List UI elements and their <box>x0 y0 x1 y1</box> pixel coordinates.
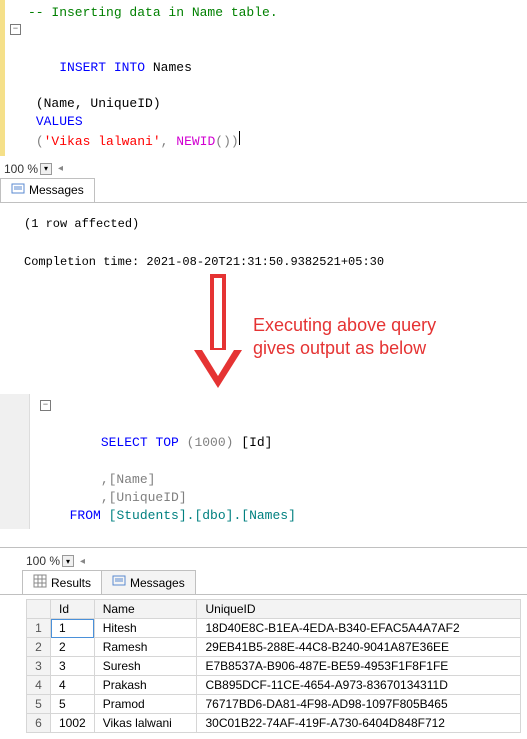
cell-name[interactable]: Pramod <box>94 695 197 714</box>
annotation-line2: gives output as below <box>253 337 436 360</box>
sql-col-id: [Id] <box>241 435 272 450</box>
cell-uniqueid[interactable]: CB895DCF-11CE-4654-A973-83670134311D <box>197 676 521 695</box>
header-name[interactable]: Name <box>94 600 197 619</box>
cell-name[interactable]: Suresh <box>94 657 197 676</box>
cell-name[interactable]: Prakash <box>94 676 197 695</box>
row-number: 1 <box>27 619 51 638</box>
cell-id[interactable]: 2 <box>51 638 95 657</box>
row-number: 2 <box>27 638 51 657</box>
sql-editor-top[interactable]: -- Inserting data in Name table. − INSER… <box>0 0 527 156</box>
cell-id[interactable]: 5 <box>51 695 95 714</box>
messages-label: Messages <box>29 183 84 197</box>
cell-uniqueid[interactable]: 76717BD6-DA81-4F98-AD98-1097F805B465 <box>197 695 521 714</box>
scroll-left-icon[interactable]: ◂ <box>80 556 85 567</box>
cell-name[interactable]: Vikas lalwani <box>94 714 197 733</box>
results-label: Results <box>51 576 91 590</box>
table-header-row: Id Name UniqueID <box>27 600 521 619</box>
cell-id[interactable]: 4 <box>51 676 95 695</box>
tab-messages[interactable]: Messages <box>0 178 95 202</box>
messages-label-bottom: Messages <box>130 576 185 590</box>
cell-name[interactable]: Ramesh <box>94 638 197 657</box>
sql-insert-into: INSERT INTO <box>59 60 145 75</box>
grid-icon <box>33 574 47 591</box>
header-uniqueid[interactable]: UniqueID <box>197 600 521 619</box>
cell-uniqueid[interactable]: 30C01B22-74AF-419F-A730-6404D848F712 <box>197 714 521 733</box>
output-tabs: Messages <box>0 178 527 203</box>
table-row[interactable]: 44PrakashCB895DCF-11CE-4654-A973-8367013… <box>27 676 521 695</box>
editor-gutter <box>0 394 30 529</box>
fold-minus-icon[interactable]: − <box>40 400 51 411</box>
cell-name[interactable]: Hitesh <box>94 619 197 638</box>
sql-columns: (Name, UniqueID) <box>36 96 161 111</box>
zoom-control: 100 % ▾ ◂ <box>0 156 527 178</box>
annotation: Executing above query gives output as be… <box>0 284 527 394</box>
results-grid-wrap: Id Name UniqueID 11Hitesh18D40E8C-B1EA-4… <box>0 595 527 739</box>
sql-table-name: Names <box>153 60 192 75</box>
tab-results[interactable]: Results <box>22 570 102 594</box>
sql-newid-func: NEWID <box>176 134 215 149</box>
zoom-control-bottom: 100 % ▾ ◂ <box>0 548 527 570</box>
messages-icon <box>112 574 126 591</box>
paren-close: ()) <box>215 134 238 149</box>
sql-col-name: ,[Name] <box>101 472 156 487</box>
zoom-value-bottom: 100 % <box>26 554 60 568</box>
annotation-text: Executing above query gives output as be… <box>253 314 436 361</box>
results-tabs: Results Messages <box>0 570 527 595</box>
results-section: 100 % ▾ ◂ Results Messages Id Name Uniqu… <box>0 547 527 739</box>
sql-string: 'Vikas lalwani' <box>44 134 161 149</box>
text-cursor <box>239 131 240 145</box>
cell-uniqueid[interactable]: E7B8537A-B906-487E-BE59-4953F1F8F1FE <box>197 657 521 676</box>
header-rownum <box>27 600 51 619</box>
zoom-value: 100 % <box>4 162 38 176</box>
table-row[interactable]: 22Ramesh29EB41B5-288E-44C8-B240-9041A87E… <box>27 638 521 657</box>
row-number: 4 <box>27 676 51 695</box>
arrow-down-icon <box>190 274 246 394</box>
row-number: 6 <box>27 714 51 733</box>
rows-affected: (1 row affected) <box>24 215 519 234</box>
sql-col-uid: ,[UniqueID] <box>101 490 187 505</box>
sql-from-path: [Students].[dbo].[Names] <box>109 508 296 523</box>
sql-editor-bottom-wrap: − SELECT TOP (1000) [Id] ,[Name] ,[Uniqu… <box>0 394 527 529</box>
cell-uniqueid[interactable]: 29EB41B5-288E-44C8-B240-9041A87E36EE <box>197 638 521 657</box>
annotation-line1: Executing above query <box>253 314 436 337</box>
table-row[interactable]: 61002Vikas lalwani30C01B22-74AF-419F-A73… <box>27 714 521 733</box>
sql-top-kw: TOP <box>155 435 178 450</box>
table-row[interactable]: 33SureshE7B8537A-B906-487E-BE59-4953F1F8… <box>27 657 521 676</box>
tab-messages-bottom[interactable]: Messages <box>101 570 196 594</box>
scroll-left-icon[interactable]: ◂ <box>58 163 63 174</box>
fold-minus-icon[interactable]: − <box>10 24 21 35</box>
sql-editor-bottom[interactable]: − SELECT TOP (1000) [Id] ,[Name] ,[Uniqu… <box>30 394 527 529</box>
messages-icon <box>11 182 25 199</box>
row-number: 3 <box>27 657 51 676</box>
row-number: 5 <box>27 695 51 714</box>
cell-id[interactable]: 3 <box>51 657 95 676</box>
cell-uniqueid[interactable]: 18D40E8C-B1EA-4EDA-B340-EFAC5A4A7AF2 <box>197 619 521 638</box>
sql-values-kw: VALUES <box>36 114 83 129</box>
header-id[interactable]: Id <box>51 600 95 619</box>
cell-id[interactable]: 1002 <box>51 714 95 733</box>
table-row[interactable]: 11Hitesh18D40E8C-B1EA-4EDA-B340-EFAC5A4A… <box>27 619 521 638</box>
zoom-dropdown-bottom[interactable]: ▾ <box>62 555 74 567</box>
zoom-dropdown[interactable]: ▾ <box>40 163 52 175</box>
sql-select-kw: SELECT <box>101 435 148 450</box>
sql-from-kw: FROM <box>70 508 101 523</box>
completion-time: Completion time: 2021-08-20T21:31:50.938… <box>24 253 519 272</box>
messages-output: (1 row affected) Completion time: 2021-0… <box>0 203 527 285</box>
table-row[interactable]: 55Pramod76717BD6-DA81-4F98-AD98-1097F805… <box>27 695 521 714</box>
cell-id[interactable]: 1 <box>51 619 95 638</box>
results-grid[interactable]: Id Name UniqueID 11Hitesh18D40E8C-B1EA-4… <box>26 599 521 733</box>
sql-comment: -- Inserting data in Name table. <box>28 5 278 20</box>
paren-open: ( <box>36 134 44 149</box>
sql-top-n: (1000) <box>187 435 234 450</box>
